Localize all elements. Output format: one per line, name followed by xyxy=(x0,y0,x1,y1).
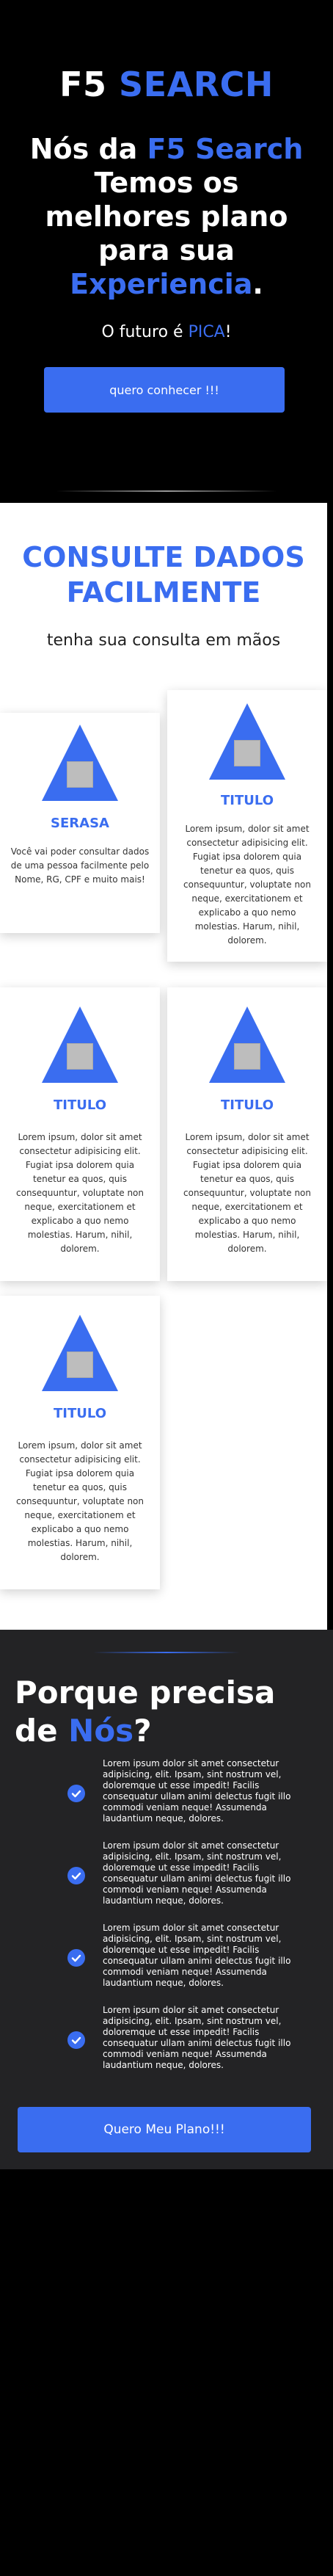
card-text: Lorem ipsum, dolor sit amet consectetur … xyxy=(183,824,311,946)
check-circle-icon xyxy=(67,1785,85,1802)
feature-card: TITULO Lorem ipsum, dolor sit amet conse… xyxy=(167,690,327,962)
hero-title-part: Nós da xyxy=(29,133,147,165)
card-text: Você vai poder consultar dados de uma pe… xyxy=(10,846,150,885)
why-divider xyxy=(93,1652,240,1653)
triangle-image-icon xyxy=(209,1006,285,1083)
hero-title-part: Temos os melhores plano para sua xyxy=(45,167,288,266)
triangle-image-icon xyxy=(42,1315,118,1391)
triangle-image-icon xyxy=(42,725,118,801)
card-title: TITULO xyxy=(54,1406,106,1421)
tagline-accent: PICA xyxy=(188,323,225,341)
why-title: Porque precisa de Nós? xyxy=(15,1674,323,1750)
brand-logo: F5 SEARCH xyxy=(0,65,333,104)
card-title: TITULO xyxy=(54,1097,106,1113)
check-circle-icon xyxy=(67,1867,85,1884)
page-footer-area xyxy=(0,2169,333,2576)
feature-card: SERASA Você vai poder consultar dados de… xyxy=(0,713,160,933)
hero-section: F5 SEARCH Nós da F5 Search Temos os melh… xyxy=(0,0,333,492)
cta-button[interactable]: quero conhecer !!! xyxy=(44,367,285,413)
card-text: Lorem ipsum, dolor sit amet consectetur … xyxy=(16,1440,144,1562)
benefit-text: Lorem ipsum dolor sit amet consectetur a… xyxy=(103,1758,291,1824)
feature-card: TITULO Lorem ipsum, dolor sit amet conse… xyxy=(0,1296,160,1589)
why-title-part: ? xyxy=(133,1713,152,1749)
card-text: Lorem ipsum, dolor sit amet consectetur … xyxy=(183,1132,311,1254)
hero-divider xyxy=(56,490,277,492)
feature-card: TITULO Lorem ipsum, dolor sit amet conse… xyxy=(0,987,160,1281)
consult-title: CONSULTE DADOS FACILMENTE xyxy=(22,541,305,609)
feature-card: TITULO Lorem ipsum, dolor sit amet conse… xyxy=(167,987,327,1281)
brand-accent: SEARCH xyxy=(119,65,274,104)
triangle-image-icon xyxy=(209,703,285,780)
card-title: SERASA xyxy=(51,816,109,831)
card-title: TITULO xyxy=(221,793,274,808)
plan-button[interactable]: Quero Meu Plano!!! xyxy=(18,2107,311,2152)
check-circle-icon xyxy=(67,2031,85,2049)
benefit-text: Lorem ipsum dolor sit amet consectetur a… xyxy=(103,2005,291,2070)
why-title-accent: Nós xyxy=(68,1713,134,1749)
card-title: TITULO xyxy=(221,1097,274,1113)
consult-section: CONSULTE DADOS FACILMENTE tenha sua cons… xyxy=(0,503,327,1630)
hero-title-part: . xyxy=(252,268,263,300)
hero-title-accent: Experiencia xyxy=(70,268,253,300)
consult-subtitle: tenha sua consulta em mãos xyxy=(46,631,281,650)
triangle-image-icon xyxy=(42,1006,118,1083)
why-section: Porque precisa de Nós? Lorem ipsum dolor… xyxy=(0,1630,333,2169)
hero-tagline: O futuro é PICA! xyxy=(0,323,333,341)
check-circle-icon xyxy=(67,1949,85,1967)
hero-title: Nós da F5 Search Temos os melhores plano… xyxy=(29,132,304,301)
tagline-part: ! xyxy=(224,323,232,341)
brand-prefix: F5 xyxy=(59,65,107,104)
hero-title-accent: F5 Search xyxy=(147,133,304,165)
benefit-text: Lorem ipsum dolor sit amet consectetur a… xyxy=(103,1923,291,1988)
card-text: Lorem ipsum, dolor sit amet consectetur … xyxy=(16,1132,144,1254)
benefit-text: Lorem ipsum dolor sit amet consectetur a… xyxy=(103,1840,291,1906)
tagline-part: O futuro é xyxy=(101,323,189,341)
